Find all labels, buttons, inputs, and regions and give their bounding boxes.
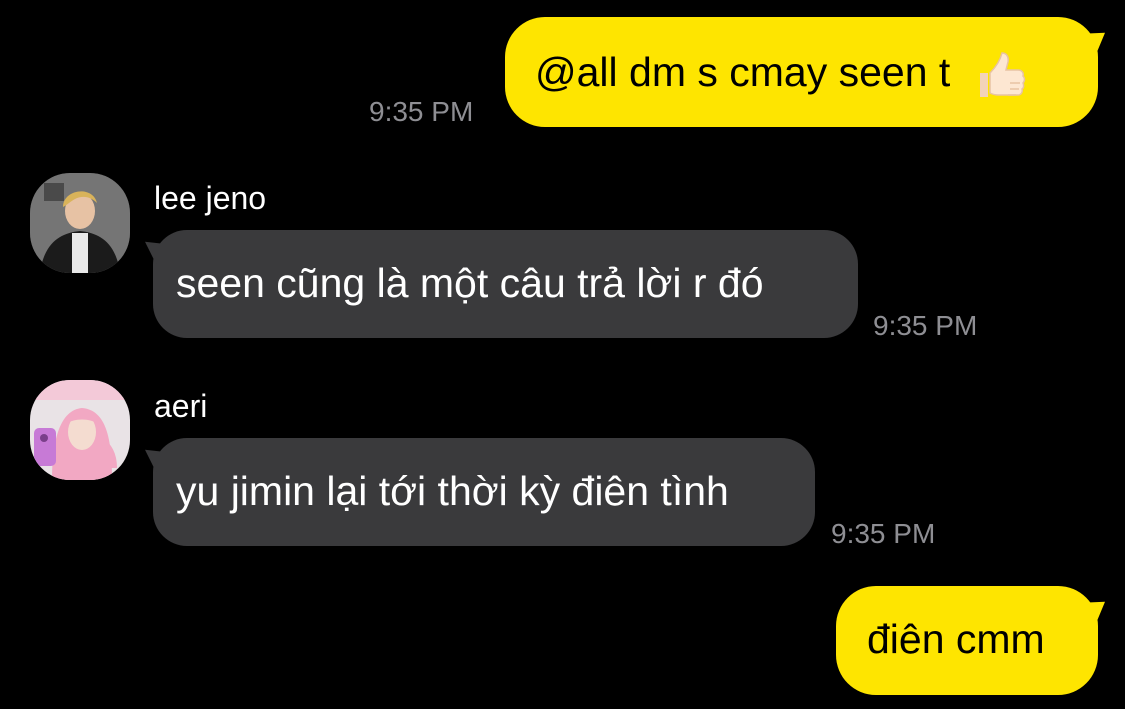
- sender-name: lee jeno: [154, 180, 267, 216]
- outgoing-message-bubble[interactable]: @all dm s cmay seen t: [505, 17, 1114, 127]
- message-timestamp: 9:35 PM: [831, 518, 936, 549]
- bubble-tail: [1078, 590, 1114, 626]
- bubble-tail: [138, 439, 170, 473]
- avatar-lee-jeno[interactable]: [30, 173, 130, 273]
- incoming-message-bubble[interactable]: seen cũng là một câu trả lời r đó: [138, 230, 858, 338]
- avatar-aeri[interactable]: [30, 380, 130, 480]
- bubble-tail: [1078, 21, 1114, 57]
- message-text: yu jimin lại tới thời kỳ điên tình: [176, 468, 729, 514]
- message-timestamp: 9:35 PM: [369, 96, 474, 127]
- message-text: @all dm s cmay seen t: [535, 48, 951, 95]
- message-text: seen cũng là một câu trả lời r đó: [176, 260, 764, 306]
- message-timestamp: 9:35 PM: [873, 310, 978, 341]
- outgoing-message-bubble[interactable]: điên cmm: [836, 586, 1114, 695]
- message-text: điên cmm: [867, 616, 1045, 662]
- incoming-message-bubble[interactable]: yu jimin lại tới thời kỳ điên tình: [138, 438, 815, 546]
- thumbs-up-icon: [972, 47, 1028, 103]
- sender-name: aeri: [154, 388, 208, 424]
- bubble-tail: [138, 231, 170, 265]
